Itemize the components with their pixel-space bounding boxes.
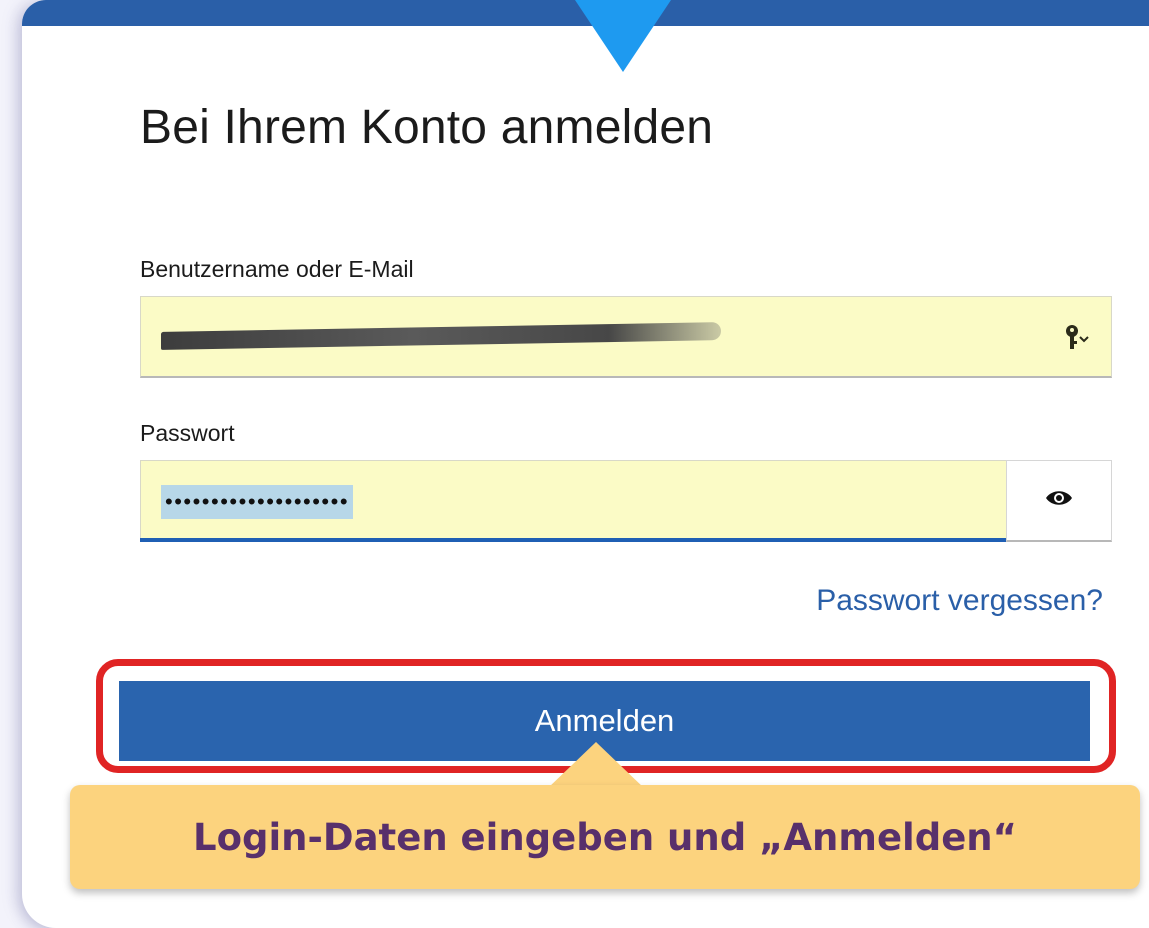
eye-icon bbox=[1045, 488, 1073, 513]
callout-pointer bbox=[548, 742, 644, 788]
password-label: Passwort bbox=[140, 420, 235, 446]
username-label: Benutzername oder E-Mail bbox=[140, 256, 414, 282]
instruction-callout: Login-Daten eingeben und „Anmelden“ bbox=[70, 785, 1140, 889]
password-field[interactable]: •••••••••••••••••••• bbox=[140, 460, 1006, 542]
key-icon[interactable] bbox=[1061, 323, 1091, 353]
forgot-password-link[interactable]: Passwort vergessen? bbox=[816, 584, 1103, 618]
top-pointer-arrow bbox=[575, 0, 671, 72]
password-focus-underline bbox=[140, 538, 1006, 542]
show-password-button[interactable] bbox=[1006, 460, 1112, 542]
username-field[interactable] bbox=[140, 296, 1112, 378]
password-value: •••••••••••••••••••• bbox=[161, 485, 354, 519]
page-title: Bei Ihrem Konto anmelden bbox=[140, 101, 714, 154]
redacted-value bbox=[161, 322, 721, 350]
callout-text: Login-Daten eingeben und „Anmelden“ bbox=[193, 815, 1017, 859]
